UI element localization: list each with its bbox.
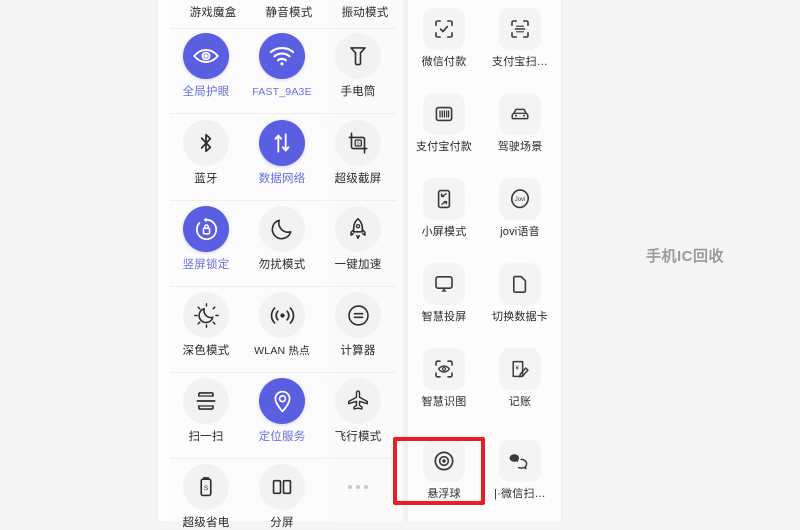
switch-sim-card-icon: [499, 263, 541, 305]
divider: [170, 372, 396, 373]
airplane-icon: [335, 378, 381, 424]
tile-label: 一键加速: [334, 259, 382, 271]
dark-mode-icon: [183, 292, 229, 338]
rotation-lock-icon: [183, 206, 229, 252]
svg-text:¥: ¥: [516, 366, 520, 372]
tile-small-screen-mode[interactable]: 小屏模式: [408, 178, 480, 239]
tile-label: 智慧投屏: [421, 311, 467, 323]
divider: [170, 113, 396, 114]
split-screen-icon: [259, 464, 305, 510]
control-center-shortcuts-panel: 游戏魔盒 静音模式 振动模式 全局护眼 FAST_9A3E 手电筒 蓝牙 数据网…: [157, 0, 407, 529]
divider: [170, 200, 396, 201]
tile-label: 飞行模式: [334, 431, 382, 443]
jovi-voice-icon: Jovi: [499, 178, 541, 220]
eye-care-icon: [183, 33, 229, 79]
rocket-boost-icon: [335, 206, 381, 252]
calculator-icon: [335, 292, 381, 338]
dots: [348, 485, 368, 489]
floating-ball-icon: [423, 440, 465, 482]
scan-icon: [183, 378, 229, 424]
more-dots-icon: [335, 464, 381, 510]
tile-label: 支付宝付款: [416, 141, 472, 153]
location-pin-icon: [259, 378, 305, 424]
quick-actions-panel: 微信付款 支付宝扫… 支付宝付款 驾驶场景 小屏模式 Jovi jovi语音 智…: [407, 0, 562, 521]
tile-airplane-mode[interactable]: 飞行模式: [312, 378, 404, 444]
sidebar-item-label-vibrate: 振动模式: [341, 7, 389, 19]
tile-label: 支付宝扫…: [492, 56, 548, 68]
divider: [170, 458, 396, 459]
tile-smart-image-recognition[interactable]: 智慧识图: [408, 348, 480, 409]
alipay-scan-icon: [499, 8, 541, 50]
tile-label: |·微信扫…: [494, 488, 546, 500]
super-battery-saver-icon: S: [183, 464, 229, 510]
tile-more[interactable]: [312, 464, 404, 517]
flashlight-icon: [335, 33, 381, 79]
tile-wechat-pay[interactable]: 微信付款: [408, 8, 480, 69]
tile-label: 超级截屏: [334, 173, 382, 185]
tile-super-screenshot[interactable]: S 超级截屏: [312, 120, 404, 186]
tile-calculator[interactable]: 计算器: [312, 292, 404, 358]
tile-one-key-boost[interactable]: 一键加速: [312, 206, 404, 272]
svg-text:S: S: [204, 485, 209, 492]
tile-label: 记账: [508, 396, 532, 408]
tile-smart-cast[interactable]: 智慧投屏: [408, 263, 480, 324]
super-screenshot-icon: S: [335, 120, 381, 166]
tile-label: 驾驶场景: [497, 141, 543, 153]
smart-image-recognition-icon: [423, 348, 465, 390]
bookkeeping-icon: ¥: [499, 348, 541, 390]
tile-label: 分屏: [270, 517, 294, 529]
tile-wechat-scan-shortcut[interactable]: |·微信扫…: [480, 440, 560, 501]
svg-text:Jovi: Jovi: [515, 197, 526, 203]
do-not-disturb-moon-icon: [259, 206, 305, 252]
hotspot-icon: [259, 292, 305, 338]
tile-label: 悬浮球: [427, 488, 461, 500]
tile-label: 小屏模式: [421, 226, 467, 238]
tile-switch-sim[interactable]: 切换数据卡: [480, 263, 560, 324]
tile-label: 切换数据卡: [492, 311, 548, 323]
tile-bookkeeping[interactable]: ¥ 记账: [480, 348, 560, 409]
tile-label: jovi语音: [500, 226, 540, 238]
small-screen-icon: [423, 178, 465, 220]
bluetooth-icon: [183, 120, 229, 166]
watermark: 手机IC回收: [645, 248, 725, 265]
tile-floating-ball[interactable]: 悬浮球: [408, 440, 480, 501]
tile-jovi-voice[interactable]: Jovi jovi语音: [480, 178, 560, 239]
tile-alipay-scan[interactable]: 支付宝扫…: [480, 8, 560, 69]
tile-label: 微信付款: [421, 56, 467, 68]
alipay-barcode-icon: [423, 93, 465, 135]
tile-driving-mode[interactable]: 驾驶场景: [480, 93, 560, 154]
wechat-scan-shortcut-icon: [499, 440, 541, 482]
divider: [170, 28, 396, 29]
data-network-icon: [259, 120, 305, 166]
tile-alipay-pay[interactable]: 支付宝付款: [408, 93, 480, 154]
driving-mode-car-icon: [499, 93, 541, 135]
tile-flashlight[interactable]: 手电筒: [312, 33, 404, 99]
wifi-icon: [259, 33, 305, 79]
tile-label: 智慧识图: [421, 396, 467, 408]
divider: [170, 286, 396, 287]
tile-label: 计算器: [340, 345, 376, 357]
smart-cast-icon: [423, 263, 465, 305]
wechat-pay-scan-icon: [423, 8, 465, 50]
tile-label: 手电筒: [340, 86, 376, 98]
